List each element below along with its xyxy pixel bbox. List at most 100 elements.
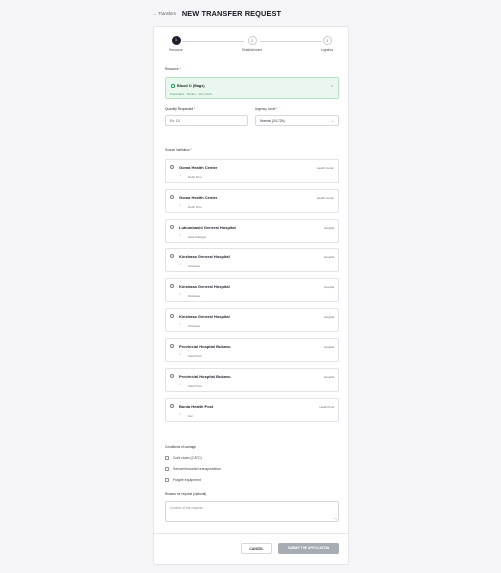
source-institution-label: Source Institution * [165,148,192,152]
resource-label-text: Resource [165,67,179,71]
selected-resource-card[interactable]: Blood O (Bags) Disposable · Pocket · 30 … [165,77,339,99]
institution-name: Kinshasa General Hospital [179,314,230,319]
step-establishment[interactable]: 2 Establishment [232,36,272,52]
step-number: 1 [171,36,181,45]
resize-grip-icon[interactable]: ⤡ [335,517,337,521]
institution-location: Kinshasa [188,264,200,268]
required-mark: * [190,148,192,152]
required-mark: * [179,67,181,71]
checkbox-label: Secure/escorted transportation [173,467,221,471]
institution-name: Goma Health Center [179,195,218,200]
page-header: ← Transfers NEW TRANSFER REQUEST [153,8,281,18]
checkbox[interactable] [165,467,169,471]
urgency-selected-value: Normal (24-72h) [260,119,285,123]
checkbox[interactable] [165,456,169,460]
step-resource[interactable]: 1 Resource [156,36,196,52]
institution-option[interactable]: Lubumbashi General Hospital Hospital ⌖ H… [165,219,339,243]
institution-option[interactable]: Kinshasa General Hospital Hospital ⌖ Kin… [165,308,339,332]
selected-resource-details: Disposable · Pocket · 30 in stock [170,91,213,96]
back-to-transfers-link[interactable]: ← Transfers [153,11,176,16]
quantity-label: Quantity Requested * [165,107,195,111]
checkbox-label: Cold chain (2-8°C) [173,456,202,460]
checkbox-fragile[interactable]: Fragile equipment [165,478,201,482]
checkbox-label: Fragile equipment [173,478,202,482]
close-icon[interactable]: × [331,83,333,88]
radio-button[interactable] [170,284,174,288]
radio-button[interactable] [170,314,174,318]
institution-option[interactable]: Bunia Health Post Health Post ⌖ Ituri [165,398,339,422]
institution-type: Health Post [319,404,334,409]
location-pin-icon: ⌖ [179,232,182,237]
institution-location: Haut-Katanga [188,235,206,239]
source-institution-label-text: Source Institution [165,148,190,152]
quantity-label-text: Quantity Requested [165,107,194,111]
institution-location: Kinshasa [188,294,200,298]
location-pin-icon: ⌖ [179,172,182,177]
quantity-input[interactable]: Ex: 10 [165,115,248,126]
required-mark: * [276,107,278,111]
step-number: 3 [322,36,332,45]
radio-button[interactable] [170,225,174,229]
institution-type: Hospital [323,374,334,379]
checkbox[interactable] [165,478,169,482]
institution-option[interactable]: Kinshasa General Hospital Hospital ⌖ Kin… [165,278,339,302]
radio-button[interactable] [170,344,174,348]
institution-option[interactable]: Kinshasa General Hospital Hospital ⌖ Kin… [165,248,339,272]
institution-name: Goma Health Center [179,165,218,170]
institution-option[interactable]: Provincial Hospital Bukavu Hospital ⌖ So… [165,338,339,362]
institution-type: Hospital [323,225,334,230]
institution-name: Kinshasa General Hospital [179,284,230,289]
selected-resource-title: Blood O (Bags) [177,83,205,88]
institution-location: North Kivu [188,205,202,209]
institution-type: Hospital [323,344,334,349]
institution-name: Kinshasa General Hospital [179,254,230,259]
institution-location: Kinshasa [188,324,200,328]
resource-label: Resource * [165,67,181,71]
location-pin-icon: ⌖ [179,202,182,207]
institution-name: Lubumbashi General Hospital [179,225,236,230]
check-circle-icon [171,84,175,88]
location-pin-icon: ⌖ [179,321,182,326]
institution-location: Ituri [188,414,193,418]
institution-location: South Kivu [188,384,202,388]
institution-location: North Kivu [188,175,202,179]
radio-button[interactable] [170,404,174,408]
step-label: Logistics [320,48,334,52]
institution-type: Hospital [323,314,334,319]
checkbox-secure-transport[interactable]: Secure/escorted transportation [165,467,221,471]
cancel-button[interactable]: CANCEL [241,543,272,554]
radio-button[interactable] [170,195,174,199]
step-logistics[interactable]: 3 Logistics [307,36,347,52]
checkbox-cold-chain[interactable]: Cold chain (2-8°C) [165,456,202,460]
reason-placeholder: Context of the request... [170,506,206,510]
institution-type: Health Center [316,195,334,200]
urgency-label-text: Urgency Level [255,107,276,111]
institution-location: South Kivu [188,354,202,358]
institution-type: Hospital [323,254,334,259]
carriage-label: Conditions of carriage [165,445,197,449]
reason-textarea[interactable]: Context of the request... ⤡ [165,501,339,522]
step-label: Establishment [241,48,263,52]
stepper: 1 Resource 2 Establishment 3 Logistics [154,36,350,56]
submit-application-button[interactable]: SUBMIT THE APPLICATION [278,543,339,554]
location-pin-icon: ⌖ [179,351,182,356]
institution-option[interactable]: Goma Health Center Health Center ⌖ North… [165,159,339,183]
transfer-request-form: 1 Resource 2 Establishment 3 Logistics R… [153,26,350,565]
location-pin-icon: ⌖ [179,411,182,416]
institution-type: Health Center [316,165,334,170]
institution-option[interactable]: Provincial Hospital Bukavu Hospital ⌖ So… [165,368,339,392]
radio-button[interactable] [170,254,174,258]
page-title: NEW TRANSFER REQUEST [181,8,282,18]
institution-type: Hospital [323,284,334,289]
location-pin-icon: ⌖ [179,261,182,266]
location-pin-icon: ⌖ [179,291,182,296]
radio-button[interactable] [170,374,174,378]
urgency-select[interactable]: Normal (24-72h) ⌄ [255,115,339,126]
footer-divider [154,533,350,534]
radio-button[interactable] [170,165,174,169]
reason-label: Reason for request (optional) [165,492,207,496]
urgency-label: Urgency Level * [255,107,278,111]
step-label: Resource [169,48,183,52]
location-pin-icon: ⌖ [179,381,182,386]
institution-option[interactable]: Goma Health Center Health Center ⌖ North… [165,189,339,213]
